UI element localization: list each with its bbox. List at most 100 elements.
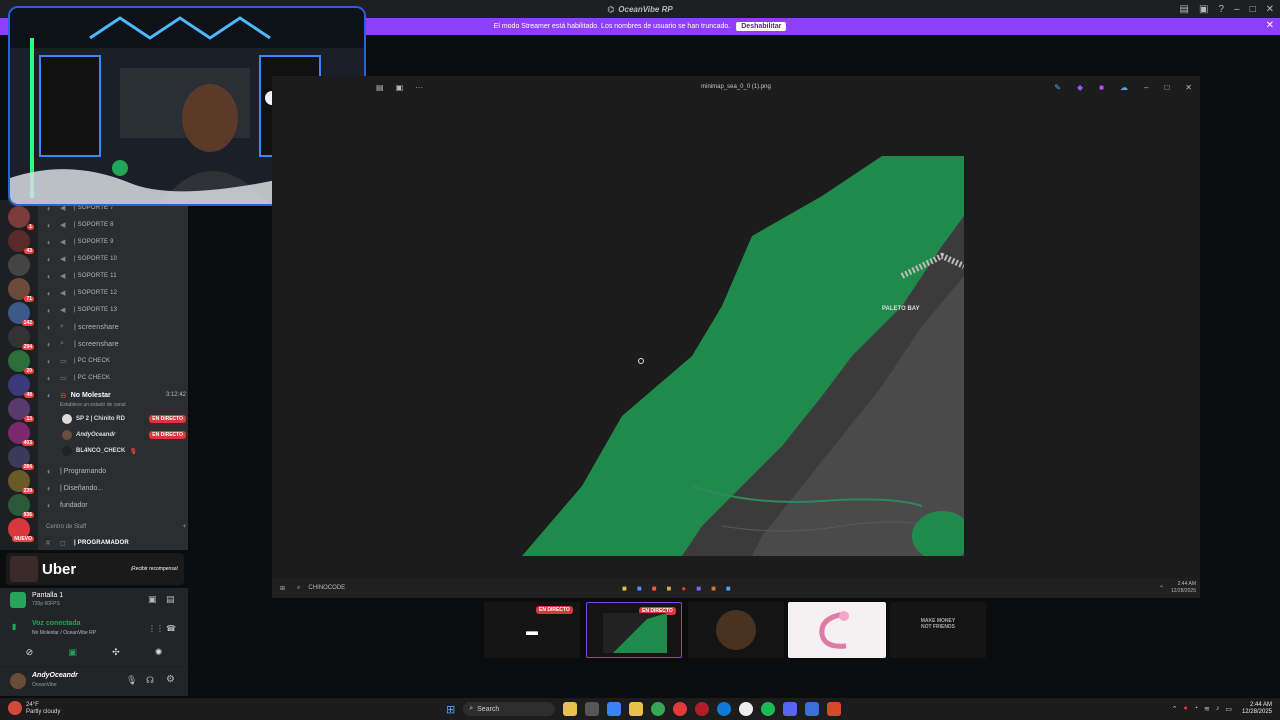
app-icon[interactable]: ■ [711,584,716,593]
gear-icon[interactable]: ⚙ [166,674,175,685]
channel-status-hint[interactable]: Establece un estado de canal [60,402,126,408]
browser-icon[interactable]: ■ [652,584,657,593]
server-icon[interactable]: 71 [8,278,34,302]
share-icon[interactable]: ☁ [1120,83,1128,92]
app-icon[interactable]: ■ [667,584,672,593]
disable-streamer-button[interactable]: Deshabilitar [736,22,787,31]
voice-channel[interactable]: ◖ ◀ | SOPORTE 10 [46,252,186,266]
category-header[interactable]: Centro de Staff + [46,524,186,530]
window-icon[interactable]: ▣ [1199,4,1208,15]
claim-reward-button[interactable]: ¡Recibir recompensa! [130,566,178,572]
opera-icon[interactable] [695,702,710,716]
battery-icon[interactable]: ▭ [1225,705,1232,713]
wifi-icon[interactable]: ≋ [1204,705,1210,713]
taskbar-search[interactable]: ⌕ Search [463,702,556,716]
discord-icon[interactable] [783,702,798,716]
maximize-icon[interactable]: □ [1164,83,1169,92]
noise-icon[interactable]: ⋮⋮ [148,624,164,633]
widgets-icon[interactable] [563,702,578,716]
close-icon[interactable]: ✕ [1266,4,1274,15]
discord-icon[interactable]: ■ [696,584,701,593]
close-icon[interactable]: ✕ [1185,83,1192,92]
active-voice-channel[interactable]: ◖ ⊖ No Molestar 3:12:42 [46,388,186,402]
voice-channel[interactable]: ◖ ◀ | SOPORTE 8 [46,218,186,232]
stream-thumbnail[interactable] [788,602,886,658]
server-icon[interactable]: NUEVO [8,518,34,542]
tray-chevron-icon[interactable]: ⌃ [1172,705,1178,713]
voice-channel[interactable]: ◖ ◀ | SOPORTE 11 [46,269,186,283]
edge-icon[interactable] [717,702,732,716]
copilot-icon[interactable] [607,702,622,716]
stream-thumbnail[interactable]: EN DIRECTO [586,602,682,658]
minimize-icon[interactable]: – [1234,4,1240,15]
uber-promo[interactable]: Uber ¡Recibir recompensa! [6,553,184,585]
chrome-icon[interactable] [651,702,666,716]
share-screen-icon[interactable]: ▣ [68,647,77,658]
file-explorer-icon[interactable] [629,702,644,716]
draw-icon[interactable]: ◆ [1077,83,1083,92]
weather-icon[interactable] [8,701,22,715]
disconnect-icon[interactable]: ☎ [166,624,176,633]
server-icon[interactable]: 1 [8,206,34,230]
server-icon[interactable]: 239 [8,470,34,494]
camera-icon[interactable]: ⊘ [26,647,34,658]
server-icon[interactable]: 20 [8,350,34,374]
server-icon[interactable]: 936 [8,494,34,518]
server-icon[interactable]: 48 [8,374,34,398]
screen-settings-icon[interactable]: ▣ [148,594,157,605]
folder-icon[interactable]: ■ [622,584,627,593]
server-icon[interactable]: 43 [8,230,34,254]
soundboard-icon[interactable]: ✺ [155,647,163,658]
server-icon[interactable]: 294 [8,326,34,350]
voice-channel[interactable]: ◖ ◀ | SOPORTE 9 [46,235,186,249]
voice-channel[interactable]: ◖ fundador [46,498,186,512]
voice-user[interactable]: AndyOceandr EN DIRECTO [62,428,186,442]
mic-icon[interactable]: 🎙 [126,675,137,686]
server-icon[interactable]: 284 [8,446,34,470]
stream-thumbnail[interactable] [688,602,784,658]
add-channel-icon[interactable]: + [182,524,186,530]
taskbar-clock[interactable]: 2:44 AM 12/28/2025 [1242,702,1272,716]
volume-icon[interactable]: ♪ [1216,705,1220,713]
stop-stream-icon[interactable]: ▤ [166,594,175,605]
tray-chevron-icon[interactable]: ⌃ [1159,585,1164,592]
start-icon[interactable]: ⊞ [446,703,455,716]
stream-thumbnail[interactable]: MAKE MONEY NOT FRIENDS [890,602,986,658]
app-icon[interactable] [827,702,842,716]
voice-channel[interactable]: ◖ ▭ | PC CHECK [46,354,186,368]
voice-channel[interactable]: ◖ | Programando [46,464,186,478]
voice-channel[interactable]: ◖ ⌕ | screenshare [46,337,186,351]
record-icon[interactable]: ● [681,584,686,593]
app-icon[interactable]: ■ [637,584,642,593]
stream-thumbnail[interactable]: EN DIRECTO ▬ [484,602,580,658]
inbox-icon[interactable]: ▤ [1180,4,1189,15]
voice-channel[interactable]: ◖ ⌕ | screenshare [46,320,186,334]
server-icon[interactable]: 403 [8,422,34,446]
search-icon[interactable]: ⌕ [297,585,300,592]
server-icon[interactable] [8,254,30,276]
voice-location[interactable]: No Molestar / OceanVibe RP [32,630,96,636]
headphones-icon[interactable]: ☊ [146,675,154,686]
weather-widget[interactable]: 24°F Partly cloudy [26,702,60,716]
tray-app-icon[interactable]: ◔ [1194,705,1198,713]
voice-user[interactable]: SP 2 | Chinito RD EN DIRECTO [62,412,186,426]
task-view-icon[interactable] [585,702,600,716]
spotify-icon[interactable] [761,702,776,716]
server-icon[interactable]: 13 [8,398,34,422]
maximize-icon[interactable]: □ [1250,4,1256,15]
app-icon[interactable] [805,702,820,716]
server-icon[interactable]: 142 [8,302,34,326]
effects-icon[interactable]: ■ [1099,83,1104,92]
voice-channel[interactable]: ◖ ◀ | SOPORTE 12 [46,286,186,300]
voice-channel[interactable]: ◖ | Diseñando... [46,481,186,495]
banner-close-icon[interactable]: ✕ [1266,20,1274,31]
minimize-icon[interactable]: – [1144,83,1148,92]
help-icon[interactable]: ? [1218,4,1224,15]
edit-icon[interactable]: ✎ [1054,83,1061,92]
voice-user[interactable]: BL4NCO_CHECK 🎙 [62,444,186,458]
tray-app-icon[interactable]: ● [1184,705,1188,713]
voice-channel[interactable]: ◖ ▭ | PC CHECK [46,371,186,385]
app-icon[interactable] [673,702,688,716]
obs-icon[interactable] [739,702,754,716]
avatar[interactable] [10,673,26,689]
